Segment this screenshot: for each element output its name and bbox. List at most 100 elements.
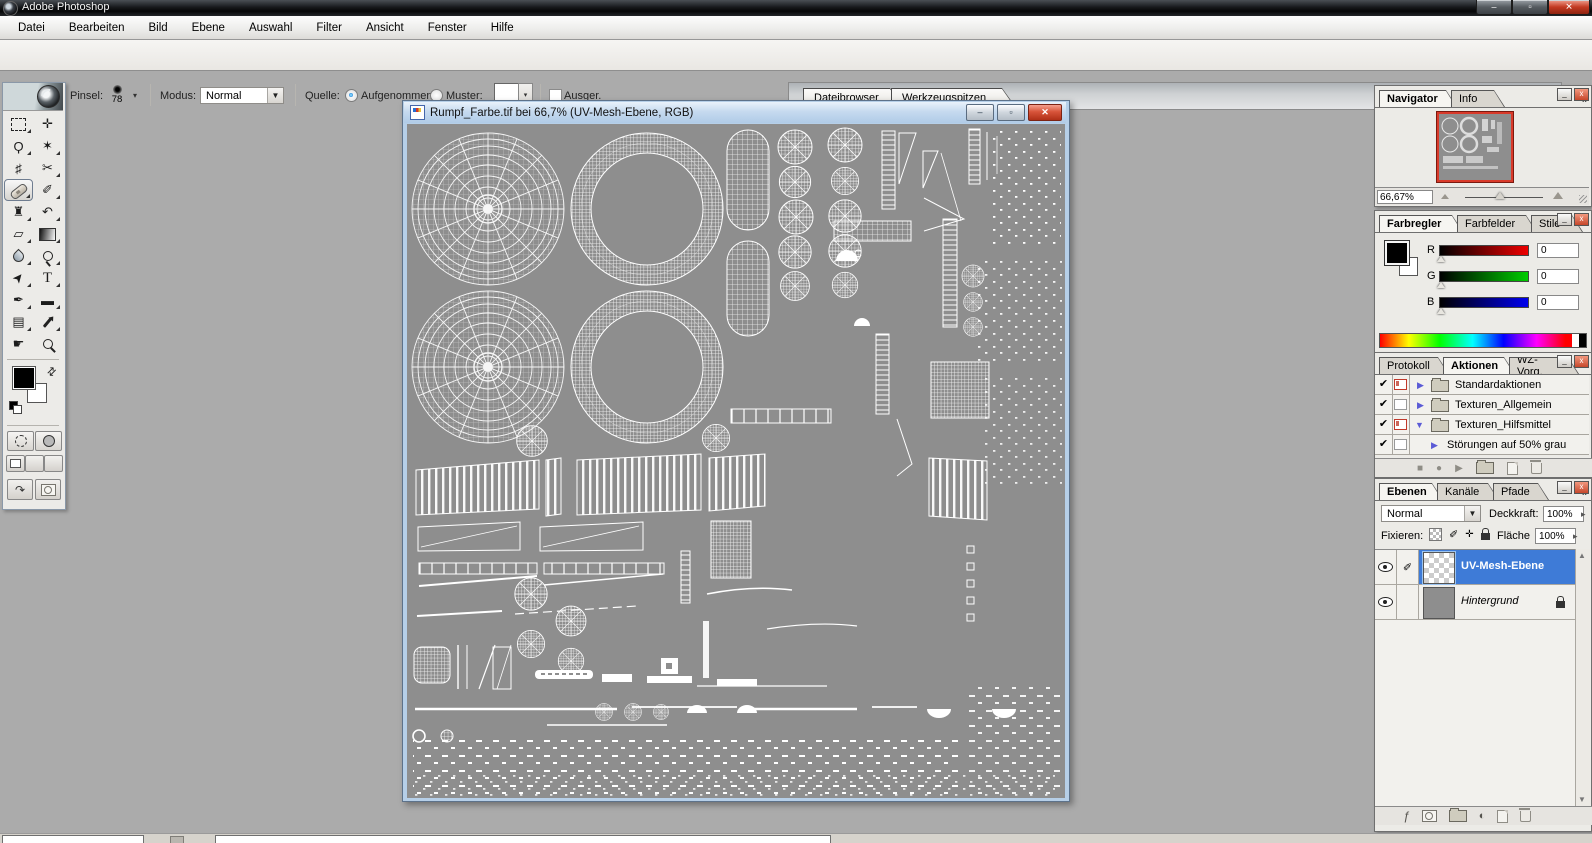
move-tool[interactable]: ✛ [33,113,62,135]
collapse-triangle-icon[interactable]: ▼ [1415,420,1424,430]
app-minimize-button[interactable]: – [1476,0,1512,15]
marquee-tool[interactable] [4,113,33,135]
layer-name[interactable]: UV-Mesh-Ebene [1461,560,1544,572]
action-check[interactable]: ✔ [1375,375,1393,394]
quick-mask-mode-button[interactable] [35,431,62,451]
lock-paint-icon[interactable]: ✐ [1449,528,1458,541]
layer-visibility-toggle[interactable] [1375,550,1397,584]
slice-tool[interactable]: ✂ [33,157,62,179]
action-modal-toggle[interactable] [1392,395,1410,414]
tab-aktionen[interactable]: Aktionen [1443,357,1515,374]
expand-triangle-icon[interactable]: ▶ [1417,400,1424,411]
layer-thumbnail[interactable] [1423,587,1455,619]
panel-close-button[interactable]: x [1574,355,1589,368]
action-set-row[interactable]: ✔ ▶ Standardaktionen [1375,375,1589,395]
layer-row-uv-mesh[interactable]: ✐ UV-Mesh-Ebene [1375,550,1575,585]
history-brush-tool[interactable]: ↶ [33,201,62,223]
eraser-tool[interactable]: ▱ [4,223,33,245]
blur-tool[interactable] [4,245,33,267]
panel-close-button[interactable]: x [1574,213,1589,226]
healing-brush-tool[interactable] [4,179,33,201]
delete-layer-button[interactable] [1519,807,1532,822]
tab-kanaele[interactable]: Kanäle [1437,483,1499,500]
app-restore-button[interactable]: ▫ [1512,0,1548,15]
blue-slider-marker[interactable] [1437,308,1445,314]
blue-value-input[interactable] [1537,294,1579,310]
gradient-tool[interactable] [33,223,62,245]
status-zoom-input[interactable] [2,835,144,843]
layer-style-button[interactable]: ƒ [1403,809,1410,823]
standard-screen-mode-button[interactable] [6,455,25,472]
foreground-color-swatch[interactable] [1384,240,1410,266]
red-slider[interactable] [1439,244,1529,256]
type-tool[interactable]: T [33,267,62,289]
source-sampled-radio[interactable] [345,89,358,102]
fill-spinner-icon[interactable]: ▸ [1573,531,1578,542]
tab-ebenen[interactable]: Ebenen [1379,483,1443,500]
panel-close-button[interactable]: x [1574,481,1589,494]
red-slider-marker[interactable] [1437,256,1445,262]
green-slider[interactable] [1439,270,1529,282]
standard-mode-button[interactable] [7,431,34,451]
opacity-spinner-icon[interactable]: ▸ [1581,509,1586,520]
zoom-tool[interactable] [33,333,62,355]
layer-name[interactable]: Hintergrund [1461,595,1518,607]
navigator-zoom-input[interactable] [1377,190,1433,204]
doc-minimize-button[interactable]: – [966,104,994,121]
menu-ansicht[interactable]: Ansicht [354,19,416,37]
layer-row-hintergrund[interactable]: Hintergrund [1375,585,1575,620]
swap-colors-icon[interactable]: ⇄ [44,364,59,379]
action-set-label[interactable]: Standardaktionen [1455,379,1541,391]
menu-ebene[interactable]: Ebene [180,19,237,37]
green-slider-marker[interactable] [1437,282,1445,288]
scroll-up-icon[interactable]: ▲ [1578,551,1586,560]
action-modal-toggle[interactable] [1392,435,1410,454]
menu-bild[interactable]: Bild [136,19,179,37]
fullscreen-menubar-mode-button[interactable] [25,455,44,472]
opacity-value[interactable]: 100% [1543,506,1584,522]
document-titlebar[interactable]: Rumpf_Farbe.tif bei 66,7% (UV-Mesh-Ebene… [404,102,1066,123]
new-layer-button[interactable] [1497,809,1509,823]
action-check[interactable]: ✔ [1375,415,1393,434]
new-action-button[interactable] [1506,461,1518,475]
tab-farbfelder[interactable]: Farbfelder [1457,215,1537,232]
magic-wand-tool[interactable]: ✶ [33,135,62,157]
play-button[interactable]: ▶ [1455,463,1463,474]
document-canvas[interactable]: C [407,124,1065,798]
scroll-down-icon[interactable]: ▼ [1578,795,1586,804]
brush-tool[interactable]: ✐ [33,179,62,201]
hand-tool[interactable]: ☛ [4,333,33,355]
blend-mode-dropdown[interactable]: Normal ▼ [1381,505,1481,522]
menu-datei[interactable]: Datei [6,19,57,37]
menu-filter[interactable]: Filter [304,19,354,37]
fullscreen-mode-button[interactable] [44,455,63,472]
notes-tool[interactable]: ▤ [4,311,33,333]
active-layer-indicator[interactable] [1397,585,1419,619]
zoom-out-icon[interactable] [1441,194,1449,199]
tab-navigator[interactable]: Navigator [1379,90,1457,107]
layer-visibility-toggle[interactable] [1375,585,1397,619]
active-layer-indicator[interactable]: ✐ [1397,550,1419,584]
layer-list-scrollbar[interactable]: ▲ ▼ [1575,549,1590,806]
record-button[interactable]: ● [1436,463,1442,474]
action-row[interactable]: ✔ ▶ Störungen auf 50% grau [1375,435,1589,455]
action-set-row[interactable]: ✔ ▼ Texturen_Hilfsmittel [1375,415,1589,435]
expand-triangle-icon[interactable]: ▶ [1431,440,1438,451]
navigator-thumbnail[interactable] [1436,111,1514,183]
panel-minimize-button[interactable]: _ [1557,481,1572,494]
menu-fenster[interactable]: Fenster [416,19,479,37]
pen-tool[interactable]: ✒ [4,289,33,311]
dodge-tool[interactable] [33,245,62,267]
lock-position-icon[interactable]: ✛ [1465,529,1473,540]
doc-maximize-button[interactable]: ▫ [997,104,1025,121]
fill-value[interactable]: 100% [1535,528,1576,544]
navigator-zoom-slider[interactable] [1465,192,1543,199]
action-set-label[interactable]: Texturen_Allgemein [1455,399,1552,411]
crop-tool[interactable]: ♯ [4,157,33,179]
action-label[interactable]: Störungen auf 50% grau [1447,439,1566,451]
new-set-button[interactable] [1475,460,1494,474]
status-button[interactable] [170,836,184,843]
slider-thumb[interactable] [1495,192,1505,199]
shape-tool[interactable]: ▬ [33,289,62,311]
action-set-label[interactable]: Texturen_Hilfsmittel [1455,419,1551,431]
